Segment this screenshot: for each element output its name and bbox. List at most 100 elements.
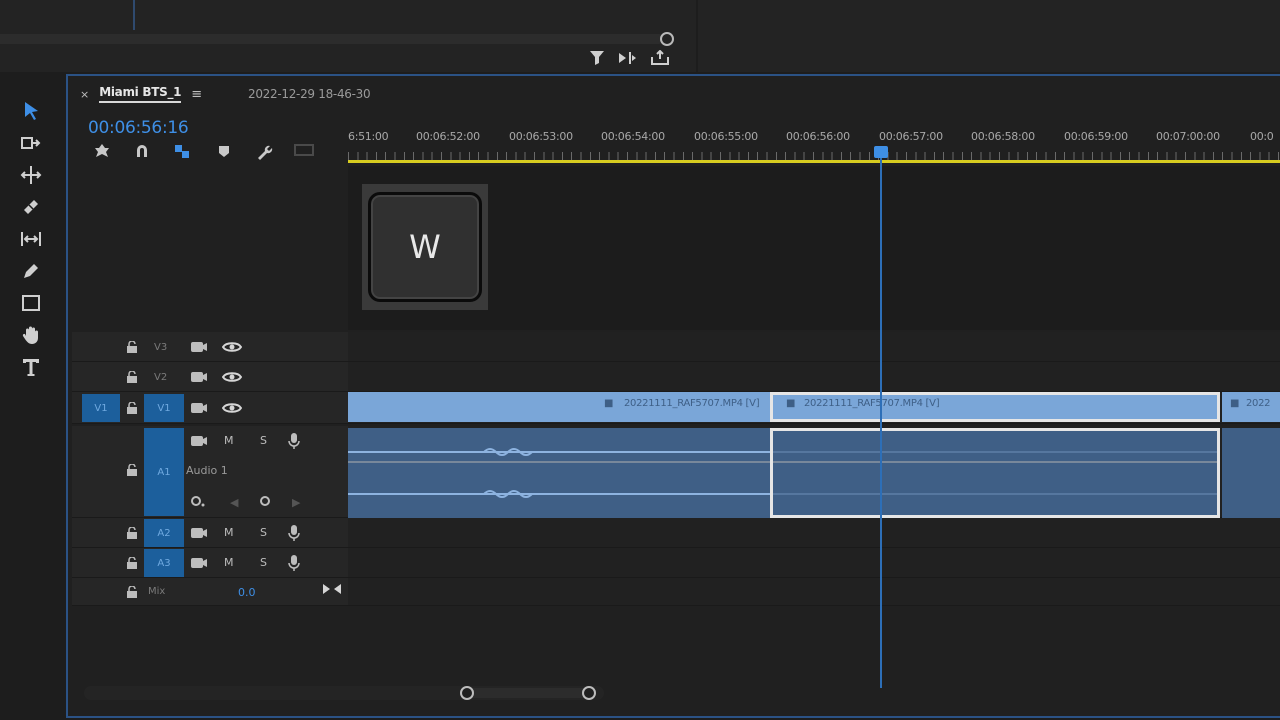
keyboard-key-w: W bbox=[368, 192, 482, 302]
tools-panel bbox=[0, 76, 64, 720]
lock-icon[interactable] bbox=[126, 340, 138, 356]
sequence-tab[interactable]: × Miami BTS_1 ≡ bbox=[80, 82, 202, 106]
add-keyframe-icon[interactable] bbox=[258, 494, 272, 511]
mute-button[interactable]: M bbox=[224, 526, 234, 539]
lock-icon[interactable] bbox=[126, 370, 138, 386]
pen-tool-icon[interactable] bbox=[16, 258, 46, 284]
razor-tool-icon[interactable] bbox=[16, 194, 46, 220]
hand-tool-icon[interactable] bbox=[16, 322, 46, 348]
selected-video-clip-outline bbox=[770, 392, 1220, 422]
track-lane-mix bbox=[348, 578, 1280, 605]
time-ruler[interactable]: 6:51:00 00:06:52:00 00:06:53:00 00:06:54… bbox=[348, 116, 1280, 166]
mute-button[interactable]: M bbox=[224, 434, 234, 447]
captions-icon[interactable] bbox=[294, 143, 314, 161]
sequence-tab-2[interactable]: 2022-12-29 18-46-30 bbox=[248, 87, 371, 101]
microphone-icon[interactable] bbox=[288, 554, 300, 575]
microphone-icon[interactable] bbox=[288, 432, 300, 453]
zoom-handle-left[interactable] bbox=[460, 686, 474, 700]
linked-selection-icon[interactable] bbox=[172, 143, 192, 161]
track-lane-a3[interactable] bbox=[348, 548, 1280, 577]
nest-icon[interactable] bbox=[92, 143, 112, 161]
zoom-handle-right[interactable] bbox=[582, 686, 596, 700]
track-name-a1[interactable]: Audio 1 bbox=[186, 464, 228, 477]
clip-label: 2022 bbox=[1246, 398, 1271, 409]
track-lane-a2[interactable] bbox=[348, 518, 1280, 547]
export-frame-icon[interactable] bbox=[650, 49, 670, 68]
solo-button[interactable]: S bbox=[260, 556, 267, 569]
filter-icon[interactable] bbox=[588, 50, 608, 68]
lock-icon[interactable] bbox=[126, 556, 138, 572]
microphone-icon[interactable] bbox=[288, 524, 300, 545]
playhead-timecode[interactable]: 00:06:56:16 bbox=[88, 118, 189, 138]
close-tab-icon[interactable]: × bbox=[80, 88, 89, 101]
source-zoom-handle[interactable] bbox=[660, 32, 674, 46]
tab-menu-icon[interactable]: ≡ bbox=[191, 87, 202, 102]
toggle-sync-lock-icon[interactable] bbox=[190, 370, 208, 387]
lock-icon[interactable] bbox=[126, 526, 138, 542]
audio-clip-1[interactable] bbox=[348, 428, 770, 518]
video-clip-3[interactable]: ■ 2022 bbox=[1222, 392, 1280, 422]
ruler-label: 00:0 bbox=[1250, 130, 1274, 143]
playhead-line[interactable] bbox=[880, 152, 882, 688]
ripple-edit-tool-icon[interactable] bbox=[16, 162, 46, 188]
video-clip-1[interactable]: ■ 20221111_RAF5707.MP4 [V] bbox=[348, 392, 770, 422]
eye-icon[interactable] bbox=[221, 401, 243, 418]
track-row-mix: Mix 0.0 bbox=[72, 578, 1280, 606]
track-target-a1[interactable]: A1 bbox=[144, 428, 184, 516]
track-label-v3: V3 bbox=[154, 342, 168, 353]
add-marker-icon[interactable] bbox=[214, 143, 234, 161]
audio-clip-3[interactable] bbox=[1222, 428, 1280, 518]
snap-magnet-icon[interactable] bbox=[132, 143, 152, 161]
volume-keyframe-icon[interactable] bbox=[190, 494, 206, 511]
wrench-settings-icon[interactable] bbox=[254, 143, 274, 161]
ruler-label: 00:06:59:00 bbox=[1064, 130, 1128, 143]
keystroke-overlay: W bbox=[362, 184, 488, 310]
source-patch-v1[interactable]: V1 bbox=[82, 394, 120, 422]
source-monitor-panel bbox=[0, 0, 696, 72]
source-playhead[interactable] bbox=[133, 0, 135, 30]
track-lane-v3[interactable] bbox=[348, 332, 1280, 361]
slip-tool-icon[interactable] bbox=[16, 226, 46, 252]
mix-volume-value[interactable]: 0.0 bbox=[238, 586, 256, 599]
track-row-a2: A2 M S bbox=[72, 518, 1280, 548]
toggle-sync-lock-icon[interactable] bbox=[190, 556, 208, 573]
toggle-sync-lock-icon[interactable] bbox=[190, 401, 208, 418]
selection-tool-icon[interactable] bbox=[16, 98, 46, 124]
timeline-horizontal-scrollbar[interactable] bbox=[84, 686, 604, 700]
lock-icon[interactable] bbox=[126, 463, 138, 479]
work-area-bar[interactable] bbox=[348, 160, 1280, 163]
scrollbar-thumb[interactable] bbox=[464, 688, 588, 698]
prev-keyframe-icon[interactable]: ◀ bbox=[230, 496, 238, 509]
ruler-label: 00:06:56:00 bbox=[786, 130, 850, 143]
insert-icon[interactable] bbox=[618, 50, 638, 68]
program-monitor-panel bbox=[698, 0, 1280, 72]
track-select-tool-icon[interactable] bbox=[16, 130, 46, 156]
eye-icon[interactable] bbox=[221, 370, 243, 387]
lock-icon[interactable] bbox=[126, 401, 138, 417]
ruler-label: 00:06:55:00 bbox=[694, 130, 758, 143]
toggle-sync-lock-icon[interactable] bbox=[190, 340, 208, 357]
source-zoom-scrollbar[interactable] bbox=[0, 34, 664, 44]
playhead-handle[interactable] bbox=[874, 146, 888, 158]
mix-jump-icon[interactable] bbox=[322, 582, 342, 599]
track-target-v1[interactable]: V1 bbox=[144, 394, 184, 422]
timeline-panel: × Miami BTS_1 ≡ 2022-12-29 18-46-30 00:0… bbox=[66, 74, 1280, 718]
solo-button[interactable]: S bbox=[260, 526, 267, 539]
track-lane-v2[interactable] bbox=[348, 362, 1280, 391]
track-target-a3[interactable]: A3 bbox=[144, 549, 184, 577]
mix-label: Mix bbox=[148, 586, 166, 597]
solo-button[interactable]: S bbox=[260, 434, 267, 447]
track-row-v2: V2 bbox=[72, 362, 1280, 392]
rectangle-tool-icon[interactable] bbox=[16, 290, 46, 316]
mute-button[interactable]: M bbox=[224, 556, 234, 569]
toggle-sync-lock-icon[interactable] bbox=[190, 526, 208, 543]
toggle-sync-lock-icon[interactable] bbox=[190, 434, 208, 451]
sequence-tab-label[interactable]: Miami BTS_1 bbox=[99, 85, 182, 103]
eye-icon[interactable] bbox=[221, 340, 243, 357]
ruler-label: 00:06:53:00 bbox=[509, 130, 573, 143]
lock-icon[interactable] bbox=[126, 585, 138, 601]
track-target-a2[interactable]: A2 bbox=[144, 519, 184, 547]
track-row-v3: V3 bbox=[72, 332, 1280, 362]
type-tool-icon[interactable] bbox=[16, 354, 46, 380]
next-keyframe-icon[interactable]: ▶ bbox=[292, 496, 300, 509]
